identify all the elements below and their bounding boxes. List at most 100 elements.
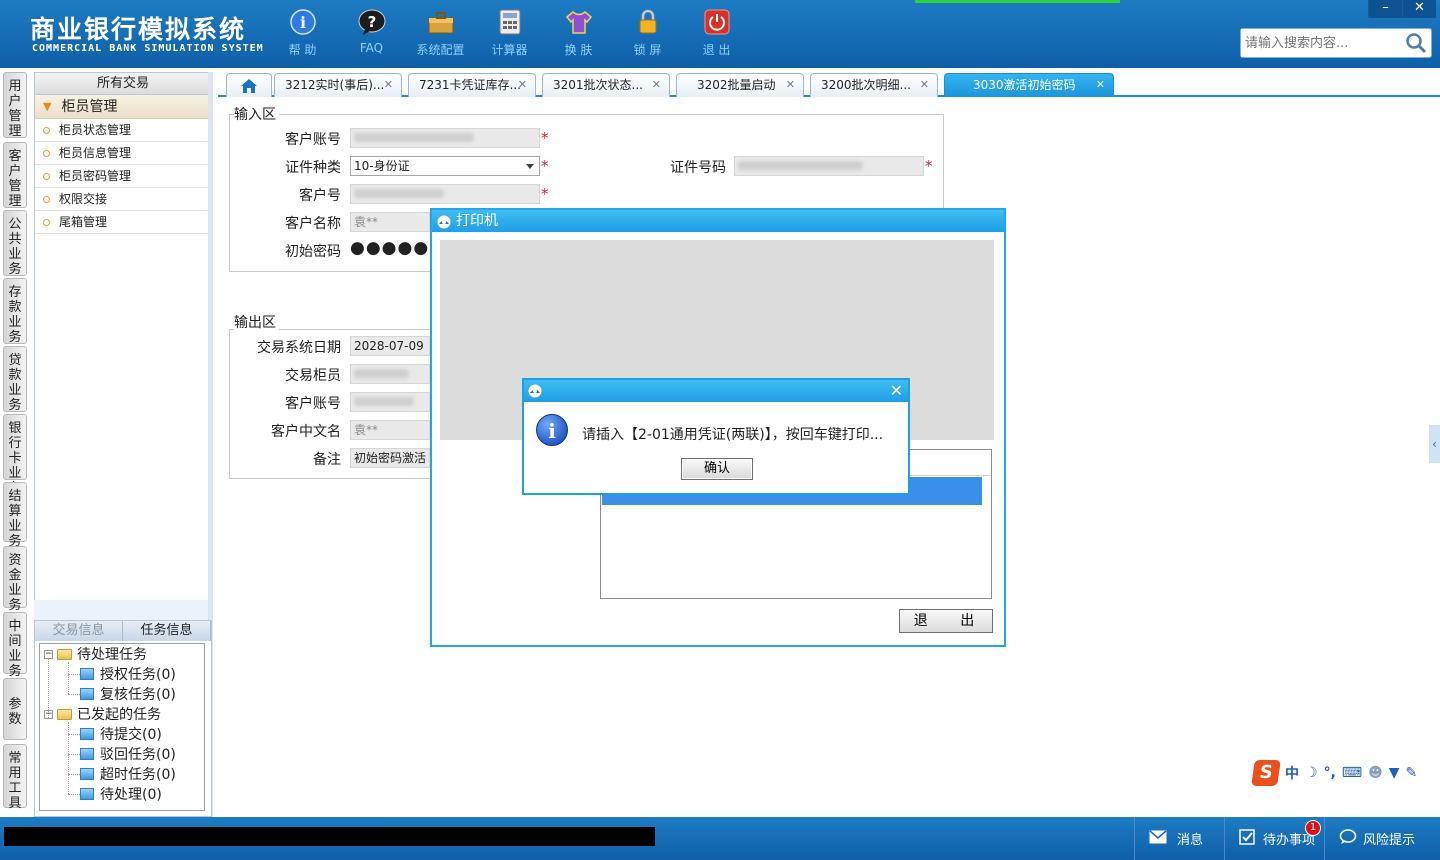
tree-node-pending-tasks[interactable]: − 待处理任务: [44, 644, 147, 664]
close-tab-icon[interactable]: ✕: [518, 74, 527, 96]
ime-logo-icon[interactable]: S: [1251, 760, 1281, 786]
tab-3201[interactable]: 3201批次状态... ✕: [542, 73, 670, 97]
menu-item-cash-box[interactable]: 尾箱管理: [35, 211, 211, 234]
tree-node-initiated-tasks[interactable]: − 已发起的任务: [44, 704, 161, 724]
id-type-select[interactable]: 10-身份证: [350, 156, 540, 176]
chevron-left-icon[interactable]: ‹: [1429, 425, 1440, 463]
minimize-button[interactable]: –: [1368, 0, 1402, 18]
all-transactions-header[interactable]: 所有交易: [35, 73, 211, 95]
help-button[interactable]: i 帮 助: [268, 6, 337, 58]
folder-icon: [57, 708, 72, 720]
tree-node-label: 待处理任务: [77, 647, 147, 663]
menu-item-teller-status[interactable]: 柜员状态管理: [35, 119, 211, 142]
bullet-icon: [43, 126, 50, 134]
tree-node-timeout-tasks[interactable]: 超时任务(0): [80, 764, 176, 784]
close-tab-icon[interactable]: ✕: [920, 74, 929, 96]
category-loan-business[interactable]: 贷款业务: [3, 346, 27, 413]
tree-node-review-tasks[interactable]: 复核任务(0): [80, 684, 176, 704]
tree-node-to-submit[interactable]: 待提交(0): [80, 724, 162, 744]
masked-value: [354, 369, 409, 378]
category-common-tools[interactable]: 常用工具: [3, 744, 27, 811]
change-skin-label: 换 肤: [564, 43, 593, 57]
category-settlement-business[interactable]: 结算业务: [3, 482, 27, 549]
messages-button[interactable]: 消息: [1134, 817, 1224, 860]
account-field[interactable]: [350, 128, 540, 148]
search-input[interactable]: [1241, 29, 1401, 57]
category-customer-management[interactable]: 客户管理: [3, 142, 27, 209]
tab-3212[interactable]: 3212实时(事后)... ✕: [274, 73, 402, 97]
menu-item-teller-info[interactable]: 柜员信息管理: [35, 142, 211, 165]
tab-7231[interactable]: 7231卡凭证库存... ✕: [408, 73, 536, 97]
collapse-icon[interactable]: −: [44, 649, 53, 659]
printer-exit-button[interactable]: 退 出: [899, 609, 993, 633]
printer-dialog-titlebar[interactable]: 打印机: [432, 210, 1004, 232]
tab-3202[interactable]: 3202批量启动 ✕: [676, 73, 804, 97]
change-skin-button[interactable]: 换 肤: [544, 6, 613, 58]
tree-line: [68, 734, 80, 735]
ime-mode-toggle[interactable]: 中: [1285, 763, 1299, 783]
tab-label: 3030激活初始密码: [973, 78, 1076, 92]
user-icon[interactable]: ☻: [1368, 765, 1383, 781]
lock-screen-button[interactable]: 锁 屏: [613, 6, 682, 58]
tree-node-to-process[interactable]: 待处理(0): [80, 784, 162, 804]
moon-icon[interactable]: ☽: [1305, 765, 1318, 781]
faq-label: FAQ: [359, 41, 384, 55]
customer-number-field[interactable]: [350, 184, 540, 204]
close-window-button[interactable]: ✕: [1402, 0, 1436, 18]
keyboard-icon[interactable]: ⌨: [1342, 765, 1362, 781]
calculator-label: 计算器: [491, 43, 528, 57]
punctuation-icon[interactable]: °,: [1324, 765, 1336, 781]
category-intermediary-business[interactable]: 中间业务: [3, 612, 27, 679]
tab-transaction-info[interactable]: 交易信息: [35, 621, 123, 641]
window-controls: – ✕: [1368, 0, 1436, 18]
trade-date-label: 交易系统日期: [257, 340, 341, 356]
system-config-button[interactable]: 系统配置: [406, 6, 475, 58]
confirm-button[interactable]: 确认: [681, 458, 753, 480]
tab-task-info[interactable]: 任务信息: [123, 621, 211, 641]
collapse-icon[interactable]: −: [44, 709, 53, 719]
help-label: 帮 助: [288, 43, 317, 57]
faq-button[interactable]: ? FAQ: [337, 6, 406, 58]
close-tab-icon[interactable]: ✕: [652, 74, 661, 96]
search-box: [1240, 28, 1432, 58]
id-type-value: 10-身份证: [354, 159, 410, 173]
risk-alert-button[interactable]: 风险提示: [1324, 817, 1440, 860]
id-type-label: 证件种类: [285, 160, 341, 176]
search-icon[interactable]: [1405, 32, 1427, 58]
close-tab-icon[interactable]: ✕: [786, 74, 795, 96]
svg-text:i: i: [299, 13, 305, 32]
app-icon: [527, 384, 543, 402]
category-fund-business[interactable]: 资金业务: [3, 546, 27, 613]
teller-label: 交易柜员: [285, 368, 341, 384]
exit-label: 退 出: [702, 43, 731, 57]
close-tab-icon[interactable]: ✕: [1096, 74, 1105, 96]
system-config-label: 系统配置: [416, 43, 465, 57]
message-titlebar[interactable]: ✕: [524, 380, 908, 402]
wrench-icon[interactable]: ✎: [1406, 765, 1418, 781]
customer-chinese-name-label: 客户中文名: [271, 424, 341, 440]
menu-item-teller-password[interactable]: 柜员密码管理: [35, 165, 211, 188]
calculator-button[interactable]: 计算器: [475, 6, 544, 58]
tab-home[interactable]: [226, 73, 272, 97]
shirt-icon[interactable]: ▼: [1389, 765, 1400, 781]
category-user-management[interactable]: 用户管理: [3, 72, 27, 139]
tree-node-authorization-tasks[interactable]: 授权任务(0): [80, 664, 176, 684]
close-icon[interactable]: ✕: [890, 381, 903, 401]
id-number-field[interactable]: [734, 156, 924, 176]
category-parameters[interactable]: 参数: [3, 678, 27, 740]
tree-node-label: 授权任务(0): [100, 667, 176, 683]
teller-management-group[interactable]: ▼ 柜员管理: [35, 95, 211, 119]
category-card-business[interactable]: 银行卡业务: [3, 414, 27, 496]
masked-value: [354, 397, 414, 406]
calculator-icon: [496, 8, 524, 36]
tab-3030[interactable]: 3030激活初始密码 ✕: [944, 73, 1114, 97]
tree-node-rejected-tasks[interactable]: 驳回任务(0): [80, 744, 176, 764]
menu-item-permission-handover[interactable]: 权限交接: [35, 188, 211, 211]
category-public-business[interactable]: 公共业务: [3, 210, 27, 277]
customer-name-field[interactable]: 袁**: [350, 212, 430, 232]
tab-3200[interactable]: 3200批次明细... ✕: [810, 73, 938, 97]
initial-password-field[interactable]: ●●●●●●: [350, 238, 430, 258]
category-deposit-business[interactable]: 存款业务: [3, 278, 27, 345]
close-tab-icon[interactable]: ✕: [384, 74, 393, 96]
exit-button[interactable]: 退 出: [682, 6, 751, 58]
